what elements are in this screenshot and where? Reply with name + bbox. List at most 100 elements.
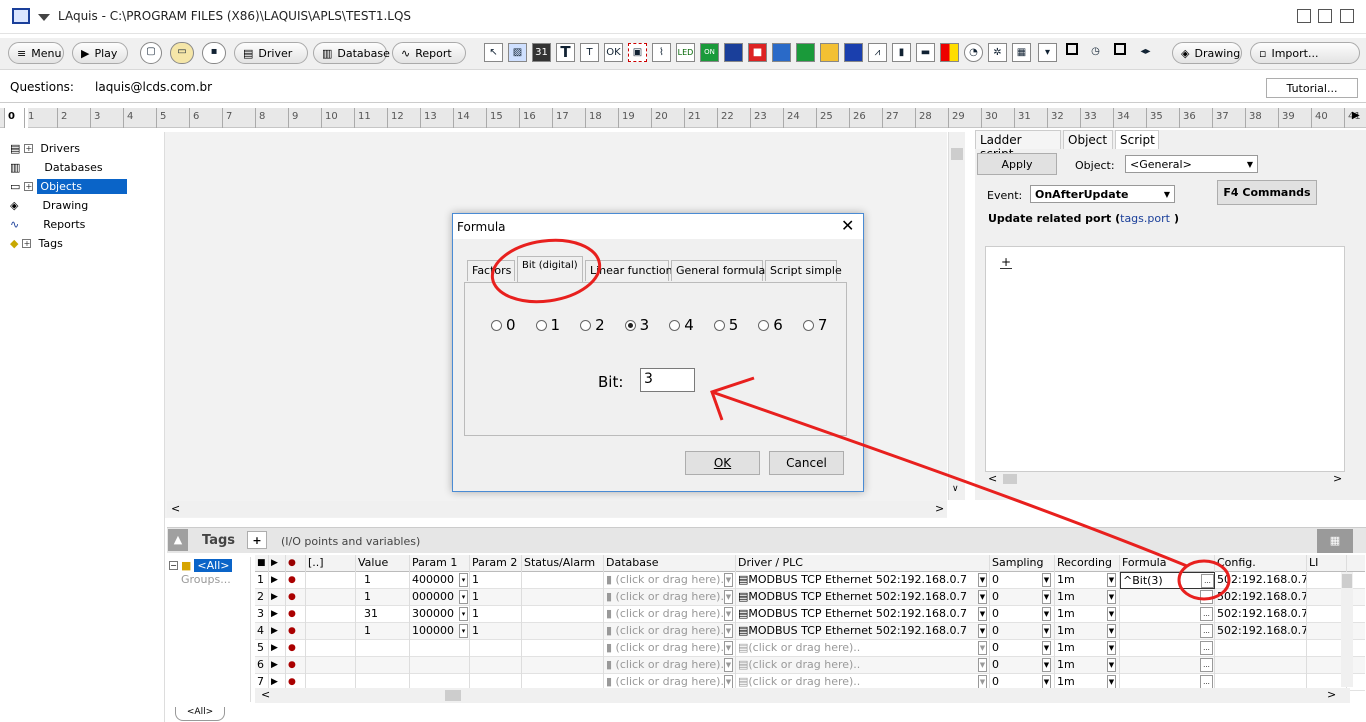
minimize-button[interactable]	[1297, 9, 1311, 23]
scroll-thumb[interactable]	[445, 690, 461, 701]
bottom-tab-all[interactable]: <All>	[175, 707, 225, 721]
cell-ref[interactable]	[306, 640, 356, 657]
switch-icon[interactable]: ON	[700, 43, 719, 62]
ruler-tick[interactable]: 31	[1014, 108, 1047, 128]
grid-view-icon[interactable]: ▦	[1317, 529, 1353, 553]
row-arrow-icon[interactable]: ▶	[269, 589, 286, 606]
column-header[interactable]: ●	[286, 555, 306, 572]
param2-cell[interactable]	[470, 657, 522, 674]
led-icon[interactable]: LED	[676, 43, 695, 62]
tags-port-link[interactable]: tags.port	[1120, 212, 1170, 225]
chevron-down-icon[interactable]: ▼	[1042, 675, 1051, 689]
column-header[interactable]: Param 2	[470, 555, 522, 572]
close-icon[interactable]: ✕	[841, 216, 854, 235]
ruler-tick[interactable]: 33	[1080, 108, 1113, 128]
ruler-tick[interactable]: 37	[1212, 108, 1245, 128]
canvas-vscroll[interactable]: ∨	[948, 132, 965, 500]
row-arrow-icon[interactable]: ▶	[269, 572, 286, 589]
chevron-down-icon[interactable]: ▼	[1107, 658, 1116, 672]
chevron-down-icon[interactable]: ▼	[1107, 590, 1116, 604]
chevron-down-icon[interactable]: ▾	[459, 573, 468, 587]
chevron-down-icon[interactable]: ▼	[1107, 573, 1116, 587]
ruler-tick[interactable]: 5	[156, 108, 189, 128]
grid-vscroll[interactable]	[1341, 572, 1353, 687]
ruler-tick[interactable]: 35	[1146, 108, 1179, 128]
ruler-tick[interactable]: 11	[354, 108, 387, 128]
script-editor[interactable]: +	[985, 246, 1345, 472]
chevron-left-icon[interactable]: <	[988, 472, 997, 485]
column-header[interactable]: ▶	[269, 555, 286, 572]
value-cell[interactable]: 1	[356, 572, 410, 589]
row-arrow-icon[interactable]: ▶	[269, 623, 286, 640]
bit-radio-7[interactable]: 7	[802, 316, 827, 334]
chevron-down-icon[interactable]: ▼	[1042, 573, 1051, 587]
chevron-down-icon[interactable]: ▼	[978, 573, 987, 587]
ruler-tick[interactable]: 10	[321, 108, 354, 128]
ruler-tick[interactable]: 3	[90, 108, 123, 128]
value-cell[interactable]	[356, 657, 410, 674]
object-select[interactable]: <General> ▼	[1125, 155, 1258, 173]
ruler-tick[interactable]: 1	[24, 108, 57, 128]
app-icon[interactable]	[12, 8, 30, 24]
chevron-right-icon[interactable]: >	[935, 502, 944, 515]
ruler-tick[interactable]: 22	[717, 108, 750, 128]
tab-factors[interactable]: Factors	[467, 260, 515, 281]
chevron-down-icon[interactable]: ▾	[459, 624, 468, 638]
editor-hscroll[interactable]: < >	[985, 472, 1345, 486]
chevron-down-icon[interactable]: ∨	[952, 484, 959, 494]
ruler-tick[interactable]: 16	[519, 108, 552, 128]
chevron-down-icon[interactable]: ▼	[978, 641, 987, 655]
ruler-right-arrow[interactable]: ▶	[1352, 110, 1364, 126]
sampling-cell[interactable]: 0 ▼	[990, 589, 1055, 606]
chevron-down-icon[interactable]: ▼	[724, 641, 733, 655]
database-cell[interactable]: ▮ (click or drag here).. ▼	[604, 572, 736, 589]
formula-cell[interactable]: ...	[1120, 589, 1215, 606]
column-header[interactable]: LI	[1307, 555, 1347, 572]
chevron-left-icon[interactable]: <	[171, 502, 180, 515]
ruler-tick[interactable]: 17	[552, 108, 585, 128]
param2-cell[interactable]: 1	[470, 606, 522, 623]
chevron-down-icon[interactable]: ▼	[724, 590, 733, 604]
sampling-cell[interactable]: 0 ▼	[990, 623, 1055, 640]
chevron-down-icon[interactable]: ▼	[1042, 590, 1051, 604]
group-all[interactable]: − ■ <All>	[169, 557, 250, 573]
select-object-icon[interactable]: ▣	[628, 43, 647, 62]
param2-cell[interactable]	[470, 640, 522, 657]
rectangle-icon[interactable]	[1062, 43, 1081, 62]
tree-item-drivers[interactable]: ▤ + Drivers	[10, 139, 83, 157]
ruler-tick[interactable]: 32	[1047, 108, 1080, 128]
new-file-icon[interactable]: ▢	[140, 42, 162, 64]
bar-blue-icon[interactable]	[844, 43, 863, 62]
recording-cell[interactable]: 1m ▼	[1055, 657, 1120, 674]
param1-cell[interactable]	[410, 640, 470, 657]
expand-icon[interactable]: +	[22, 238, 32, 248]
cell-ref[interactable]	[306, 572, 356, 589]
chevron-down-icon[interactable]: ▼	[724, 624, 733, 638]
bit-radio-6[interactable]: 6	[758, 316, 783, 334]
chevron-down-icon[interactable]: ▼	[1107, 641, 1116, 655]
gear-icon[interactable]: ✲	[988, 43, 1007, 62]
panel-icon[interactable]	[724, 43, 743, 62]
column-header[interactable]: [..]	[306, 555, 356, 572]
row-arrow-icon[interactable]: ▶	[269, 657, 286, 674]
formula-edit-button[interactable]: ...	[1200, 607, 1213, 621]
driver-cell[interactable]: ▤(click or drag here).. ▼	[736, 657, 990, 674]
color-icon[interactable]	[940, 43, 959, 62]
table-row[interactable]: 1 ▶ ● 1 400000 ▾ 1 ▮ (click or drag here).. ▼ ▤MO…	[255, 572, 1365, 589]
tree-item-tags[interactable]: ◆ + Tags	[10, 234, 66, 252]
formula-edit-button[interactable]: ...	[1200, 590, 1213, 604]
ruler-tick[interactable]: 9	[288, 108, 321, 128]
drawing-button[interactable]: ◈ Drawing	[1172, 42, 1242, 64]
column-header[interactable]: Param 1	[410, 555, 470, 572]
chevron-down-icon[interactable]: ▼	[978, 607, 987, 621]
table-row[interactable]: 6 ▶ ● ▮ (click or drag here).. ▼ ▤(click or d…	[255, 657, 1365, 674]
ruler-tick[interactable]: 30	[981, 108, 1014, 128]
chevron-down-icon[interactable]: ▼	[1107, 624, 1116, 638]
ruler-tick[interactable]: 25	[816, 108, 849, 128]
chevron-down-icon[interactable]: ▼	[978, 675, 987, 689]
tab-object[interactable]: Object	[1063, 130, 1113, 149]
param2-cell[interactable]: 1	[470, 623, 522, 640]
formula-cell[interactable]: ...	[1120, 640, 1215, 657]
ruler-tick[interactable]: 34	[1113, 108, 1146, 128]
formula-edit-button[interactable]: ...	[1201, 574, 1214, 588]
